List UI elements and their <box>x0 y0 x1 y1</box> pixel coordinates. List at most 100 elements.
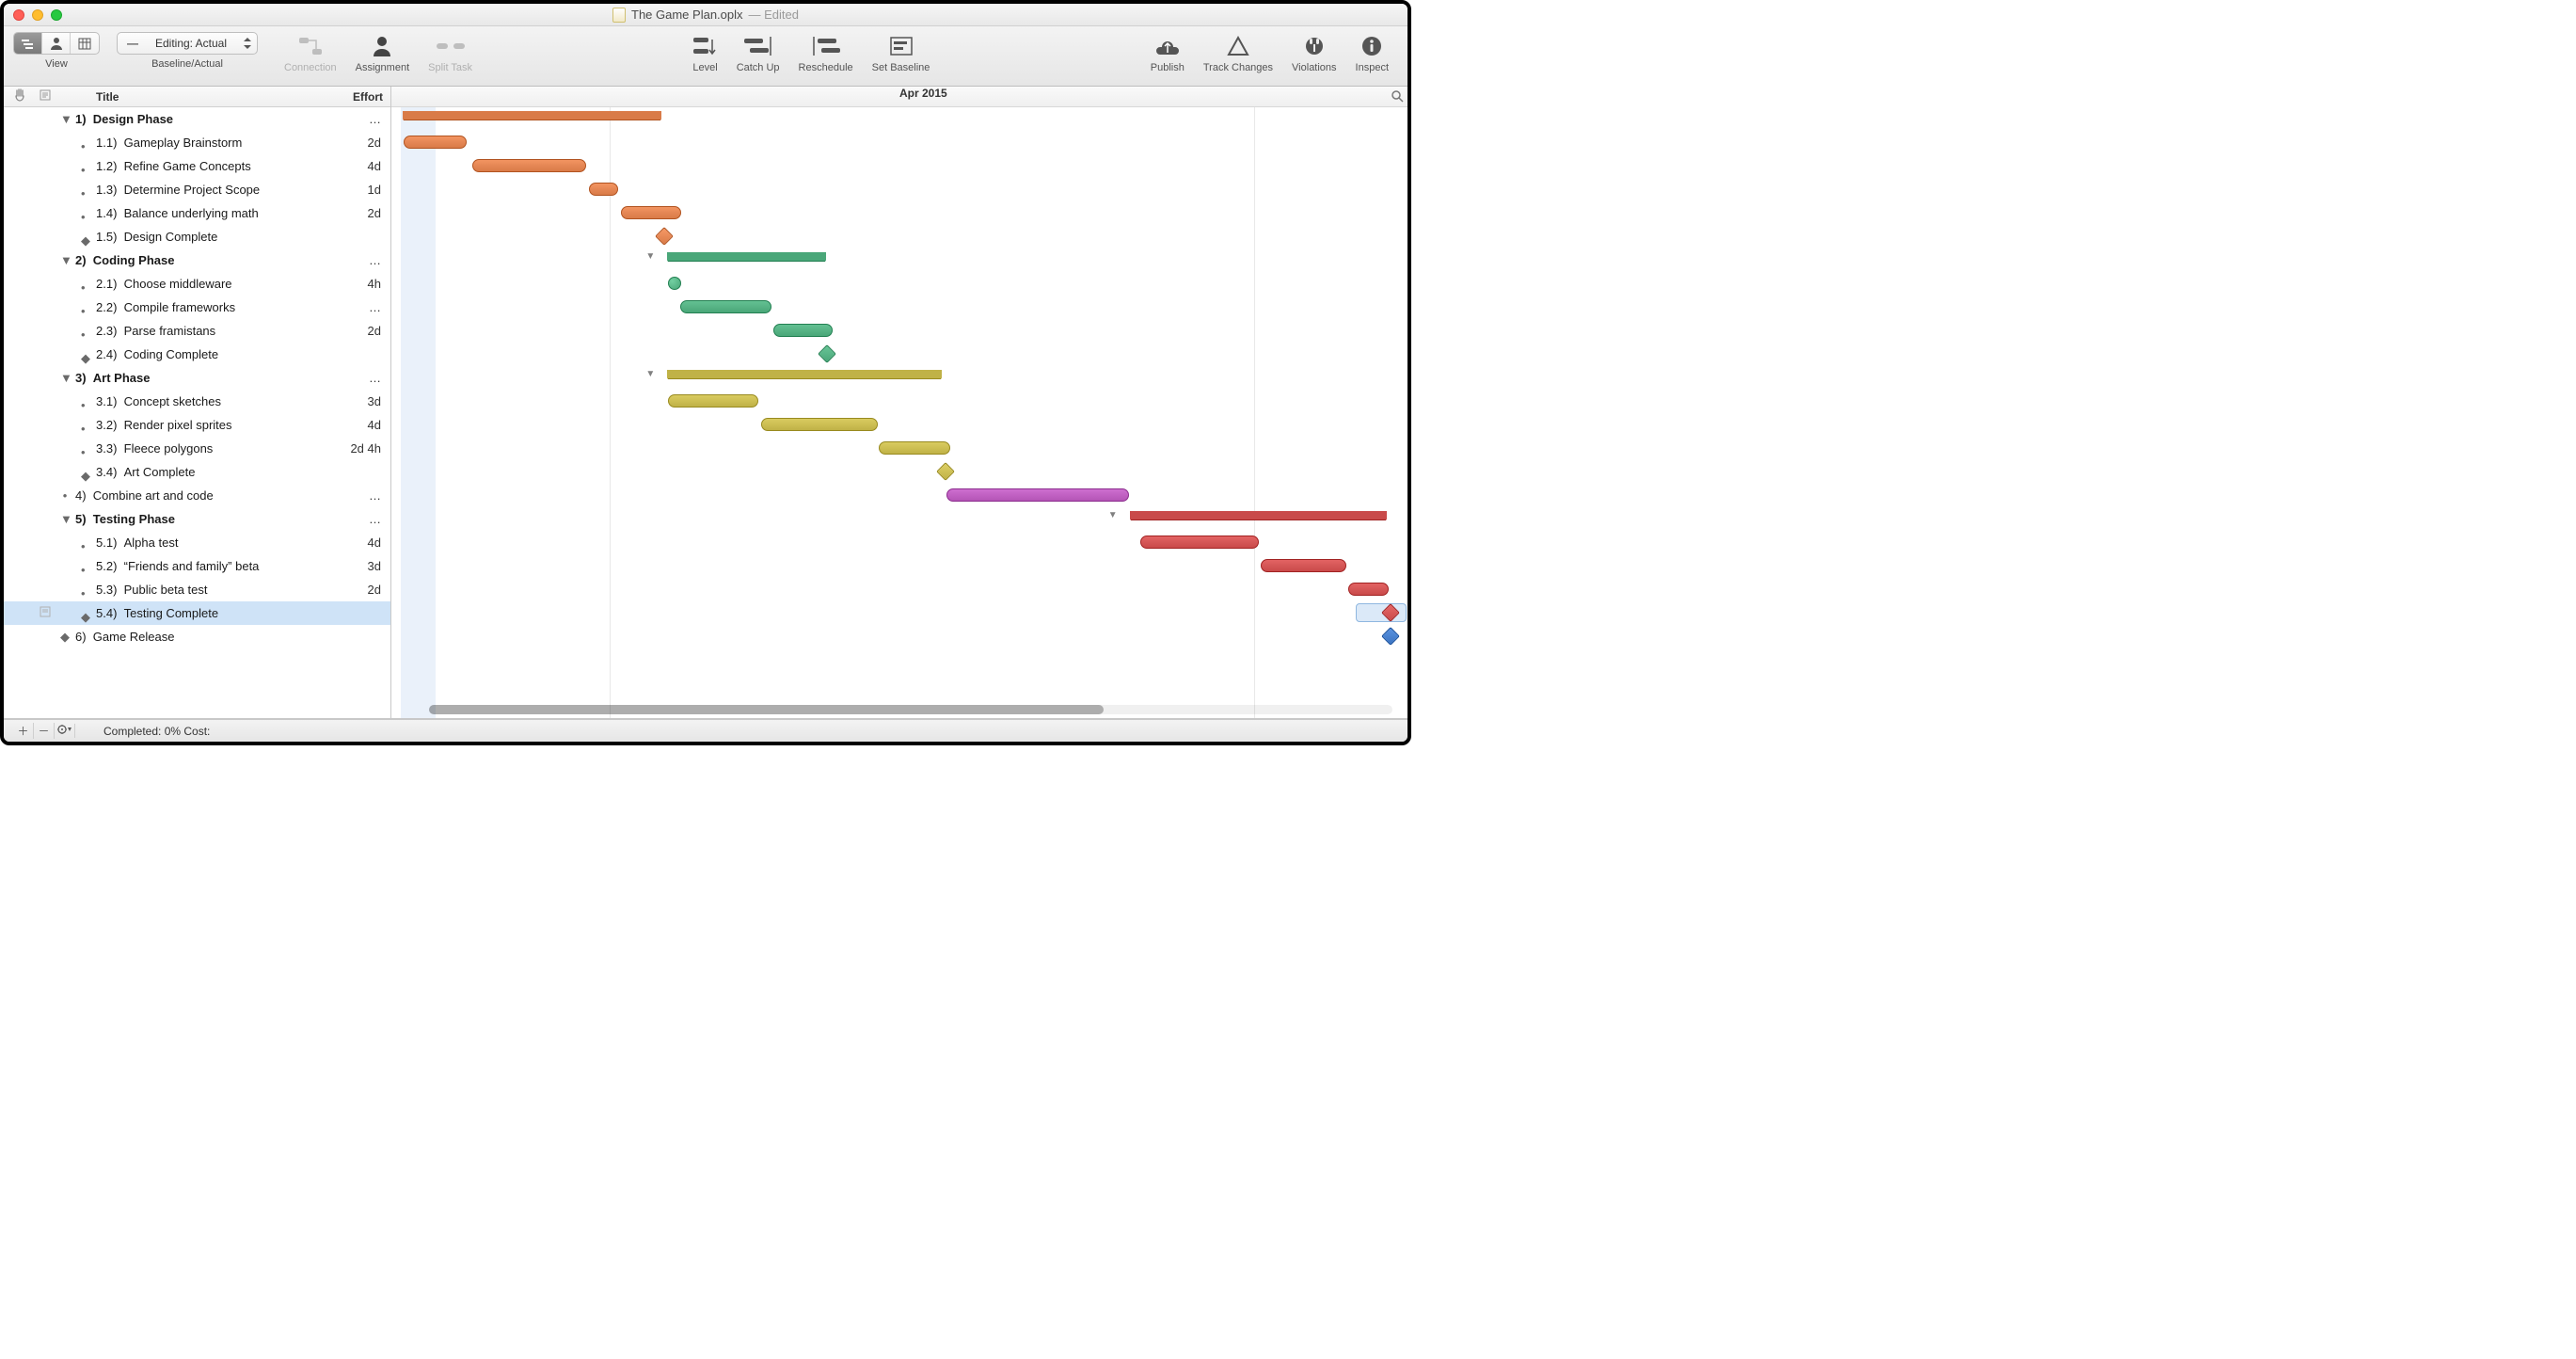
view-calendar-button[interactable] <box>71 33 99 54</box>
titlebar[interactable]: The Game Plan.oplx — Edited <box>4 4 1407 26</box>
zoom-window-button[interactable] <box>51 9 62 21</box>
baseline-actual-dropdown[interactable]: — Editing: Actual <box>117 32 258 55</box>
gantt-summary-bar[interactable] <box>1131 511 1387 520</box>
task-effort: … <box>369 253 381 267</box>
action-menu-button[interactable] <box>55 724 75 738</box>
task-row[interactable]: •1.3) Determine Project Scope1d <box>4 178 390 201</box>
gantt-body[interactable]: ▼ ▼ ▼ <box>391 107 1407 718</box>
gantt-task-bar[interactable] <box>680 300 771 313</box>
gantt-task-bar[interactable] <box>946 488 1129 502</box>
inspect-button[interactable]: Inspect <box>1356 32 1389 73</box>
connection-button[interactable]: Connection <box>284 32 337 73</box>
task-bullet-icon: • <box>81 139 88 147</box>
gantt-summary-bar[interactable] <box>668 370 941 379</box>
gantt-task-bar[interactable] <box>404 136 468 149</box>
task-title: 5) Testing Phase <box>75 512 175 526</box>
task-row[interactable]: ◆5.4) Testing Complete <box>4 601 390 625</box>
gantt-disclosure-icon[interactable]: ▼ <box>1108 510 1118 520</box>
gantt-milestone[interactable] <box>818 344 836 363</box>
task-row[interactable]: •2.3) Parse framistans2d <box>4 319 390 343</box>
task-effort: 2d <box>368 206 381 220</box>
task-row[interactable]: •3.2) Render pixel sprites4d <box>4 413 390 437</box>
task-row[interactable]: •5.2) “Friends and family” beta3d <box>4 554 390 578</box>
gantt-milestone[interactable] <box>936 462 955 481</box>
task-row[interactable]: ▼1) Design Phase… <box>4 107 390 131</box>
outline-header[interactable]: Title Effort <box>4 87 390 107</box>
track-changes-button[interactable]: Track Changes <box>1203 32 1273 73</box>
task-bullet-icon: • <box>60 488 70 503</box>
task-row[interactable]: ◆6) Game Release <box>4 625 390 648</box>
disclosure-triangle-icon[interactable]: ▼ <box>60 253 70 267</box>
task-row[interactable]: •5.1) Alpha test4d <box>4 531 390 554</box>
gantt-disclosure-icon[interactable]: ▼ <box>645 251 655 262</box>
gantt-task-bar[interactable] <box>472 159 586 172</box>
column-header-effort[interactable]: Effort <box>353 90 383 104</box>
task-title: 5.1) Alpha test <box>96 536 178 550</box>
publish-icon <box>1154 32 1181 60</box>
task-bullet-icon: • <box>81 586 88 594</box>
view-resource-button[interactable] <box>42 33 71 54</box>
gantt-short-task[interactable] <box>668 277 681 290</box>
disclosure-triangle-icon[interactable]: ▼ <box>60 112 70 126</box>
gantt-milestone[interactable] <box>1381 627 1400 646</box>
gantt-disclosure-icon[interactable]: ▼ <box>645 369 655 379</box>
gantt-task-bar[interactable] <box>1348 583 1390 596</box>
gantt-task-bar[interactable] <box>761 418 878 431</box>
view-gantt-button[interactable] <box>14 33 42 54</box>
gantt-time-header[interactable]: Apr 2015 <box>391 87 1407 107</box>
task-row[interactable]: •1.4) Balance underlying math2d <box>4 201 390 225</box>
chevron-updown-icon <box>244 38 251 49</box>
note-header-icon[interactable] <box>40 89 51 104</box>
gantt-chart[interactable]: Apr 2015 ▼ ▼ ▼ <box>391 87 1407 718</box>
add-button[interactable]: ＋ <box>13 723 34 739</box>
set-baseline-button[interactable]: Set Baseline <box>872 32 930 73</box>
task-title: 2.1) Choose middleware <box>96 277 232 291</box>
task-row[interactable]: •3.3) Fleece polygons2d 4h <box>4 437 390 460</box>
task-row[interactable]: •3.1) Concept sketches3d <box>4 390 390 413</box>
magnifier-icon[interactable] <box>1391 89 1404 105</box>
gantt-task-bar[interactable] <box>668 394 758 408</box>
baseline-actual-group: — Editing: Actual Baseline/Actual <box>117 32 258 70</box>
task-row[interactable]: ▼3) Art Phase… <box>4 366 390 390</box>
grab-icon[interactable] <box>13 88 26 104</box>
gantt-task-bar[interactable] <box>621 206 682 219</box>
task-row[interactable]: •2.2) Compile frameworks… <box>4 296 390 319</box>
task-row[interactable]: ◆3.4) Art Complete <box>4 460 390 484</box>
task-row[interactable]: •1.1) Gameplay Brainstorm2d <box>4 131 390 154</box>
task-bullet-icon: • <box>81 163 88 170</box>
task-row[interactable]: ◆2.4) Coding Complete <box>4 343 390 366</box>
publish-button[interactable]: Publish <box>1151 32 1185 73</box>
gantt-task-bar[interactable] <box>589 183 618 196</box>
task-row[interactable]: •1.2) Refine Game Concepts4d <box>4 154 390 178</box>
reschedule-button[interactable]: Reschedule <box>799 32 853 73</box>
task-row[interactable]: •2.1) Choose middleware4h <box>4 272 390 296</box>
violations-button[interactable]: Violations <box>1292 32 1337 73</box>
window-title[interactable]: The Game Plan.oplx — Edited <box>612 8 799 23</box>
task-row[interactable]: •4) Combine art and code… <box>4 484 390 507</box>
gantt-summary-bar[interactable] <box>668 252 824 262</box>
row-note-icon[interactable] <box>40 606 51 620</box>
split-task-button[interactable]: Split Task <box>428 32 472 73</box>
level-button[interactable]: Level <box>692 32 717 73</box>
catch-up-button[interactable]: Catch Up <box>737 32 780 73</box>
column-header-title[interactable]: Title <box>96 90 119 104</box>
task-row[interactable]: ◆1.5) Design Complete <box>4 225 390 248</box>
minimize-window-button[interactable] <box>32 9 43 21</box>
assignment-button[interactable]: Assignment <box>356 32 409 73</box>
remove-button[interactable]: － <box>34 723 55 739</box>
gantt-task-bar[interactable] <box>773 324 833 337</box>
disclosure-triangle-icon[interactable]: ▼ <box>60 371 70 385</box>
task-row[interactable]: •5.3) Public beta test2d <box>4 578 390 601</box>
gantt-summary-bar[interactable] <box>404 111 660 120</box>
scrollbar-thumb[interactable] <box>429 705 1104 714</box>
horizontal-scrollbar[interactable] <box>429 705 1392 714</box>
task-title: 3.2) Render pixel sprites <box>96 418 232 432</box>
task-row[interactable]: ▼2) Coding Phase… <box>4 248 390 272</box>
disclosure-triangle-icon[interactable]: ▼ <box>60 512 70 526</box>
close-window-button[interactable] <box>13 9 24 21</box>
gantt-task-bar[interactable] <box>879 441 950 455</box>
gantt-task-bar[interactable] <box>1140 536 1260 549</box>
task-row[interactable]: ▼5) Testing Phase… <box>4 507 390 531</box>
gantt-task-bar[interactable] <box>1261 559 1347 572</box>
gantt-milestone[interactable] <box>655 227 674 246</box>
